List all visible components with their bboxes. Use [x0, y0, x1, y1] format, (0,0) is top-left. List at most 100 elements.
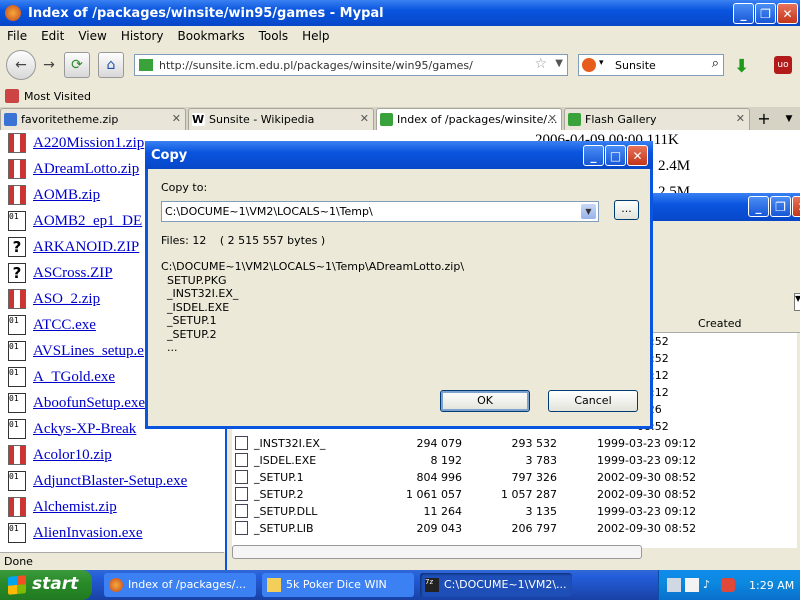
table-row[interactable]: _SETUP.2 1 061 057 1 057 287 2002-09-30 08:…	[232, 486, 797, 503]
bookmark-most-visited[interactable]: Most Visited	[24, 90, 91, 103]
task-browser[interactable]: Index of /packages/...	[104, 573, 256, 597]
tab-list-dropdown-icon[interactable]: ▼	[780, 109, 798, 129]
file-name: _SETUP.2	[254, 488, 304, 501]
zip-file-icon	[8, 159, 26, 179]
browse-button[interactable]: ...	[614, 200, 639, 220]
monitor-icon[interactable]	[685, 578, 699, 592]
menu-file[interactable]: File	[0, 29, 34, 43]
url-bar[interactable]: http://sunsite.icm.edu.pl/packages/winsi…	[134, 54, 568, 76]
drive-dropdown-icon[interactable]: ▼	[794, 293, 800, 311]
tab-label: Index of /packages/winsite/...	[397, 113, 558, 126]
restore-button[interactable]: ❐	[755, 3, 776, 24]
file-link[interactable]: ASCross.ZIP	[33, 265, 113, 282]
reload-button[interactable]: ⟳	[64, 52, 90, 78]
menu-help[interactable]: Help	[295, 29, 336, 43]
new-tab-button[interactable]: +	[754, 109, 774, 129]
file-link[interactable]: Ackys-XP-Break	[33, 421, 136, 438]
ublock-icon[interactable]: uo	[774, 56, 792, 74]
task-copy[interactable]: 7z C:\DOCUME~1\VM2\...	[420, 573, 572, 597]
file-link[interactable]: ATCC.exe	[33, 317, 96, 334]
minimize-button[interactable]: _	[748, 196, 769, 217]
packed-size: 293 532	[511, 437, 558, 450]
file-link[interactable]: A_TGold.exe	[33, 369, 115, 386]
wikipedia-icon: W	[192, 113, 205, 126]
security-icon[interactable]	[721, 578, 735, 592]
file-name: _INST32I.EX_	[254, 437, 326, 450]
packed-size: 797 326	[511, 471, 558, 484]
tab-index-active[interactable]: Index of /packages/winsite/... ✕	[376, 108, 562, 130]
tab-close-icon[interactable]: ✕	[172, 112, 181, 125]
table-row[interactable]: _SETUP.LIB 209 043 206 797 2002-09-30 08:52	[232, 520, 797, 537]
binary-file-icon: 01	[8, 341, 26, 361]
ok-button[interactable]: OK	[440, 390, 530, 412]
bookmark-star-icon[interactable]: ☆	[534, 56, 547, 72]
file-link[interactable]: AOMB2_ep1_DE	[33, 213, 142, 230]
search-engine-icon[interactable]	[582, 58, 596, 72]
files-count: Files: 12	[161, 234, 207, 247]
file-link[interactable]: Alchemist.zip	[33, 499, 117, 516]
bookmarks-toolbar: Most Visited	[0, 86, 800, 106]
path-dropdown-icon[interactable]: ▼	[581, 204, 596, 219]
file-link[interactable]: AdjunctBlaster-Setup.exe	[33, 473, 187, 490]
tab-close-icon[interactable]: ✕	[736, 112, 745, 125]
source-path: C:\DOCUME~1\VM2\LOCALS~1\Temp\ADreamLott…	[161, 260, 465, 273]
file-link[interactable]: ADreamLotto.zip	[33, 161, 139, 178]
table-row[interactable]: _SETUP.1 804 996 797 326 2002-09-30 08:52	[232, 469, 797, 486]
url-dropdown-icon[interactable]: ▼	[555, 58, 563, 69]
search-bar[interactable]: ▾ Sunsite ⌕	[578, 54, 724, 76]
tab-flash-gallery[interactable]: Flash Gallery ✕	[564, 108, 750, 130]
search-icon[interactable]: ⌕	[712, 56, 719, 71]
file-link[interactable]: AOMB.zip	[33, 187, 100, 204]
engine-dropdown-icon[interactable]: ▾	[599, 58, 604, 68]
file-icon	[235, 470, 248, 484]
network-icon[interactable]	[667, 578, 681, 592]
menu-tools[interactable]: Tools	[252, 29, 296, 43]
file-link[interactable]: AboofunSetup.exe	[33, 395, 145, 412]
menu-history[interactable]: History	[114, 29, 171, 43]
back-button[interactable]: ←	[6, 50, 36, 80]
file-link[interactable]: AlienInvasion.exe	[33, 525, 143, 542]
task-folder[interactable]: 5k Poker Dice WIN	[262, 573, 414, 597]
close-button[interactable]: ✕	[777, 3, 798, 24]
file-link[interactable]: A220Mission1.zip	[33, 135, 144, 152]
tab-wikipedia[interactable]: W Sunsite - Wikipedia ✕	[188, 108, 374, 130]
column-created[interactable]: Created	[698, 317, 742, 330]
forward-button[interactable]: →	[36, 52, 62, 78]
menu-bookmarks[interactable]: Bookmarks	[171, 29, 252, 43]
tab-close-icon[interactable]: ✕	[548, 112, 557, 125]
table-row[interactable]: _SETUP.DLL 11 264 3 135 1999-03-23 09:12	[232, 503, 797, 520]
start-button[interactable]: start	[0, 570, 92, 600]
clock[interactable]: 1:29 AM	[749, 579, 794, 592]
restore-button[interactable]: ❐	[770, 196, 791, 217]
menu-edit[interactable]: Edit	[34, 29, 71, 43]
taskbar: start Index of /packages/... 5k Poker Di…	[0, 570, 800, 600]
speaker-icon[interactable]: ♪	[703, 578, 717, 592]
tab-close-icon[interactable]: ✕	[360, 112, 369, 125]
close-button[interactable]: ✕	[627, 145, 648, 166]
file-link[interactable]: AVSLines_setup.e	[33, 343, 144, 360]
close-button[interactable]: ✕	[792, 196, 800, 217]
minimize-button[interactable]: _	[583, 145, 604, 166]
home-button[interactable]: ⌂	[98, 52, 124, 78]
file-date: 1999-03-23 09:12	[597, 437, 697, 450]
file-link[interactable]: ASO_2.zip	[33, 291, 100, 308]
tab-favoritetheme[interactable]: favoritetheme.zip ✕	[0, 108, 186, 130]
file-link[interactable]: Acolor10.zip	[33, 447, 112, 464]
tab-label: Sunsite - Wikipedia	[209, 113, 315, 126]
destination-path-input[interactable]: C:\DOCUME~1\VM2\LOCALS~1\Temp\ ▼	[161, 201, 599, 222]
copy-dialog: Copy _ □ ✕ Copy to: C:\DOCUME~1\VM2\LOCA…	[145, 141, 653, 429]
file-link[interactable]: ARKANOID.ZIP	[33, 239, 139, 256]
listing-meta: 2.4M	[658, 158, 691, 174]
file-size: 294 079	[416, 437, 463, 450]
table-row[interactable]: _ISDEL.EXE 8 192 3 783 1999-03-23 09:12	[232, 452, 797, 469]
cancel-button[interactable]: Cancel	[548, 390, 638, 412]
maximize-button[interactable]: □	[605, 145, 626, 166]
download-icon[interactable]: ⬇	[734, 56, 754, 77]
horizontal-scrollbar[interactable]	[232, 545, 642, 559]
table-row[interactable]: _INST32I.EX_ 294 079 293 532 1999-03-23 09:…	[232, 435, 797, 452]
path-value: C:\DOCUME~1\VM2\LOCALS~1\Temp\	[165, 205, 373, 218]
listing-row: Alchemist.zip	[8, 494, 117, 520]
menu-view[interactable]: View	[71, 29, 113, 43]
minimize-button[interactable]: _	[733, 3, 754, 24]
file-icon	[235, 504, 248, 518]
